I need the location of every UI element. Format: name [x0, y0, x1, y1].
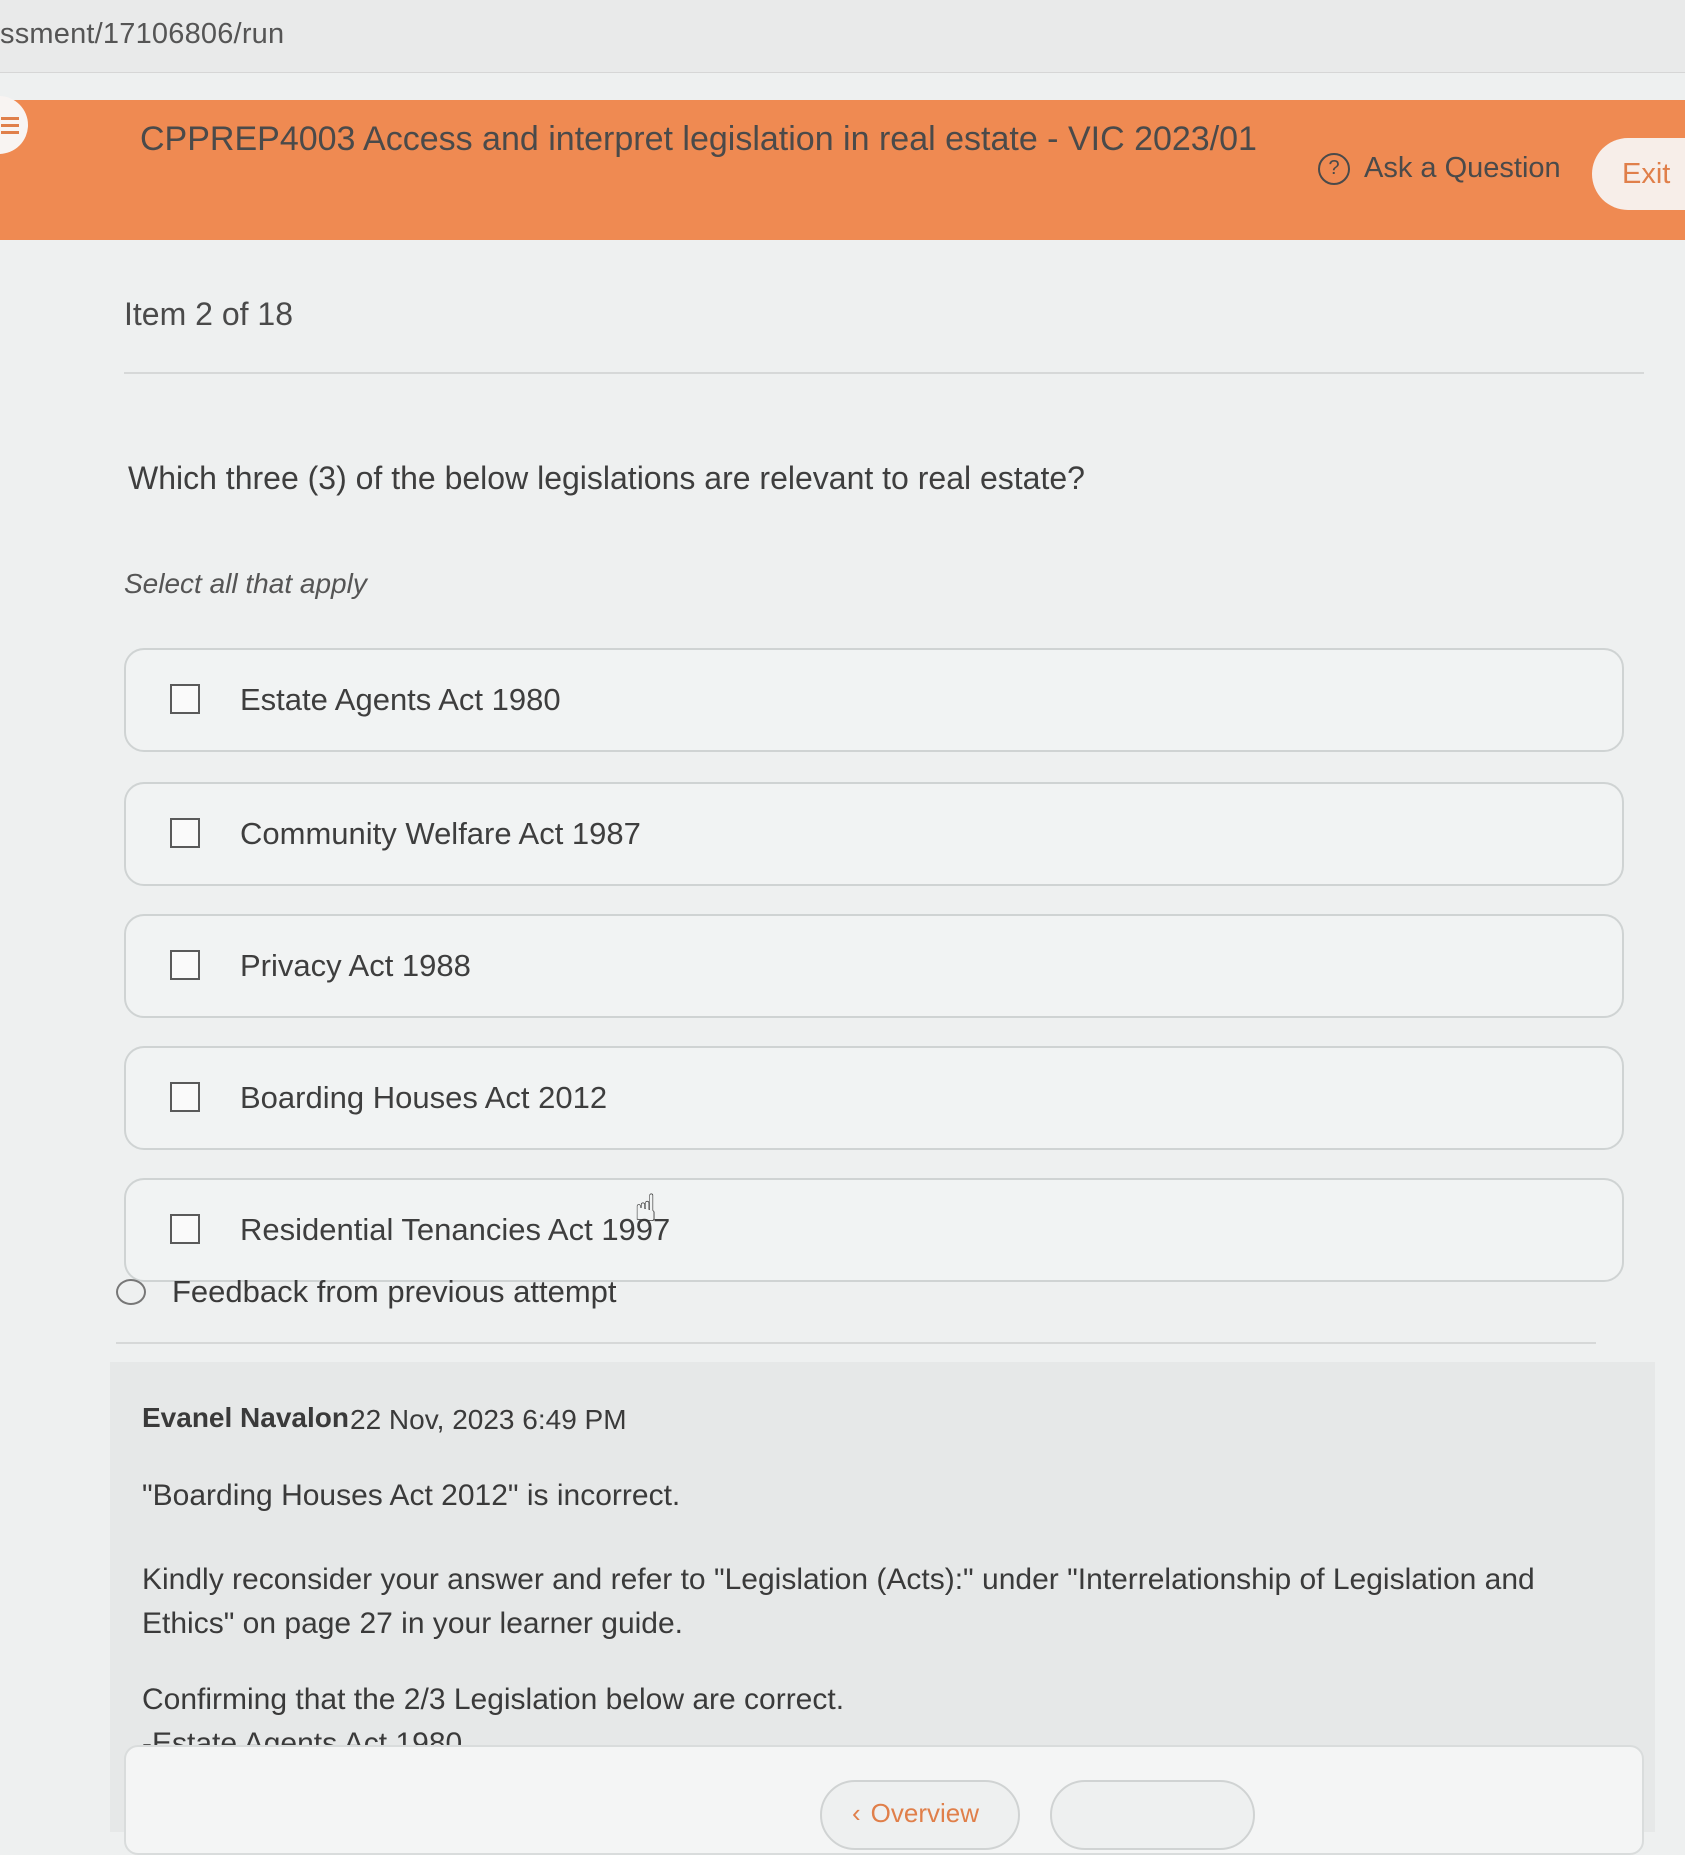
option-estate-agents-act[interactable]: Estate Agents Act 1980	[124, 648, 1624, 752]
option-label: Community Welfare Act 1987	[240, 816, 641, 851]
checkbox[interactable]	[170, 950, 200, 980]
exit-button[interactable]: Exit	[1592, 138, 1685, 210]
option-privacy-act[interactable]: Privacy Act 1988	[124, 914, 1624, 1018]
comment-icon	[116, 1279, 146, 1305]
checkbox[interactable]	[170, 684, 200, 714]
hand-cursor-icon: ☝	[634, 1188, 658, 1230]
url-text: ssment/17106806/run	[0, 18, 285, 50]
option-label: Residential Tenancies Act 1997	[240, 1212, 671, 1247]
ask-question-button[interactable]: ? Ask a Question	[1318, 152, 1561, 185]
feedback-text: Confirming that the 2/3 Legislation belo…	[142, 1683, 845, 1716]
checkbox[interactable]	[170, 1214, 200, 1244]
feedback-header: Feedback from previous attempt	[116, 1274, 617, 1310]
option-community-welfare-act[interactable]: Community Welfare Act 1987	[124, 782, 1624, 886]
nav-button[interactable]	[1050, 1780, 1255, 1850]
feedback-text: "Boarding Houses Act 2012" is incorrect.	[142, 1479, 681, 1512]
hamburger-icon	[1, 113, 19, 138]
feedback-title: Feedback from previous attempt	[172, 1274, 617, 1309]
checkbox[interactable]	[170, 818, 200, 848]
divider	[124, 372, 1644, 374]
option-boarding-houses-act[interactable]: Boarding Houses Act 2012	[124, 1046, 1624, 1150]
checkbox[interactable]	[170, 1082, 200, 1112]
option-label: Boarding Houses Act 2012	[240, 1080, 608, 1115]
option-residential-tenancies-act[interactable]: Residential Tenancies Act 1997	[124, 1178, 1624, 1282]
ask-question-label: Ask a Question	[1364, 152, 1561, 184]
instruction-text: Select all that apply	[124, 568, 367, 599]
question-icon: ?	[1318, 152, 1350, 185]
divider	[116, 1342, 1596, 1344]
course-title: CPPREP4003 Access and interpret legislat…	[140, 120, 1257, 158]
question-text: Which three (3) of the below legislation…	[128, 460, 1085, 496]
option-label: Estate Agents Act 1980	[240, 682, 561, 717]
feedback-text: Kindly reconsider your answer and refer …	[142, 1563, 1535, 1640]
browser-address-bar[interactable]: ssment/17106806/run	[0, 0, 1685, 73]
overview-button[interactable]: ‹ Overview	[820, 1780, 1020, 1850]
chevron-left-icon: ‹	[852, 1798, 861, 1828]
option-label: Privacy Act 1988	[240, 948, 471, 983]
item-counter: Item 2 of 18	[124, 296, 293, 332]
feedback-date: 22 Nov, 2023 6:49 PM	[350, 1404, 627, 1435]
feedback-author: Evanel Navalon	[142, 1402, 349, 1433]
overview-label: Overview	[870, 1798, 980, 1828]
